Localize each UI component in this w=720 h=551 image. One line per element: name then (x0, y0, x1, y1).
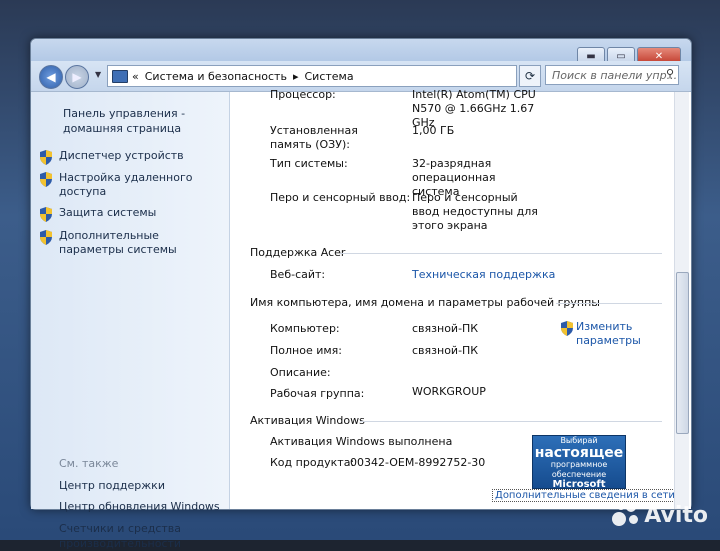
system-window: ▬ ▭ ✕ ◀ ▶ ▼ « Система и безопасность ▸ С… (30, 38, 692, 550)
workgroup-value: WORKGROUP (412, 385, 486, 398)
section-divider (556, 303, 662, 304)
tech-support-link[interactable]: Техническая поддержка (412, 268, 572, 282)
genuine-microsoft-badge[interactable]: Выбирай настоящее программное обеспечени… (532, 435, 626, 490)
more-info-link[interactable]: Дополнительные сведения в сети... (492, 489, 688, 502)
navigation-bar: ◀ ▶ ▼ « Система и безопасность ▸ Система… (31, 61, 691, 92)
sidebar-home-link[interactable]: Панель управления - домашняя страница (63, 106, 223, 136)
workgroup-label: Рабочая группа: (270, 387, 365, 400)
scrollbar-thumb[interactable] (676, 272, 689, 434)
description-label: Описание: (270, 366, 331, 379)
activation-section-title: Активация Windows (250, 414, 365, 427)
website-label: Веб-сайт: (270, 268, 326, 281)
computer-section-title: Имя компьютера, имя домена и параметры р… (250, 296, 600, 309)
change-settings-label: Изменить параметры (576, 320, 641, 347)
memory-value: 1,00 ГБ (412, 124, 455, 137)
history-dropdown-icon[interactable]: ▼ (95, 70, 101, 79)
avito-logo-icon (612, 502, 640, 528)
activation-status: Активация Windows выполнена (270, 435, 453, 448)
see-also-heading: См. также (59, 457, 119, 470)
memory-label: Установленная память (ОЗУ): (270, 124, 358, 151)
breadcrumb-item-system[interactable]: Система (304, 70, 353, 83)
full-name-value: связной-ПК (412, 344, 479, 357)
shield-icon (40, 230, 52, 245)
shield-icon (40, 150, 52, 165)
see-also-link-action-center[interactable]: Центр поддержки (59, 478, 229, 493)
system-type-label: Тип системы: (270, 157, 348, 170)
sidebar: Панель управления - домашняя страница Ди… (31, 92, 230, 550)
back-button[interactable]: ◀ (39, 65, 63, 89)
product-key-value: 00342-OEM-8992752-30 (350, 456, 486, 469)
support-section-title: Поддержка Acer (250, 246, 346, 259)
forward-button[interactable]: ▶ (65, 65, 89, 89)
full-name-label: Полное имя: (270, 344, 342, 357)
sidebar-item-advanced-settings[interactable]: Дополнительные параметры системы (39, 229, 225, 257)
sidebar-item-device-manager[interactable]: Диспетчер устройств (39, 149, 225, 165)
sidebar-item-label: Защита системы (59, 206, 157, 219)
section-divider (340, 253, 662, 254)
shield-icon (561, 321, 573, 336)
breadcrumb-separator: ▸ (292, 69, 299, 83)
computer-name-value: связной-ПК (412, 322, 479, 335)
section-divider (360, 421, 662, 422)
search-placeholder: Поиск в панели упр... (552, 68, 678, 82)
badge-line-2: настоящее (534, 445, 624, 461)
title-bar[interactable]: ▬ ▭ ✕ (31, 39, 691, 65)
search-icon[interactable]: ⚲ (666, 67, 674, 80)
refresh-button[interactable]: ⟳ (519, 65, 541, 87)
see-also-link-performance[interactable]: Счетчики и средства производительности (59, 521, 229, 551)
control-panel-icon (112, 69, 128, 83)
pen-touch-label: Перо и сенсорный ввод: (270, 191, 411, 204)
pen-touch-value: Перо и сенсорный ввод недоступны для это… (412, 191, 538, 232)
breadcrumb-item-security[interactable]: Система и безопасность (145, 70, 287, 83)
sidebar-item-system-protection[interactable]: Защита системы (39, 206, 225, 222)
product-key-label: Код продукта: (270, 456, 355, 469)
shield-icon (40, 172, 52, 187)
see-also-link-windows-update[interactable]: Центр обновления Windows (59, 499, 229, 514)
sidebar-item-remote-access[interactable]: Настройка удаленного доступа (39, 171, 225, 199)
vertical-scrollbar[interactable] (674, 92, 689, 509)
computer-name-label: Компьютер: (270, 322, 340, 335)
avito-watermark: Avito (612, 502, 708, 528)
address-bar[interactable]: « Система и безопасность ▸ Система (107, 65, 517, 87)
sidebar-item-label: Дополнительные параметры системы (59, 229, 177, 256)
change-settings-link[interactable]: Изменить параметры (560, 320, 646, 348)
search-input[interactable]: Поиск в панели упр... ⚲ (545, 65, 679, 85)
sidebar-item-label: Диспетчер устройств (59, 149, 184, 162)
shield-icon (40, 207, 52, 222)
badge-line-3: программное обеспечение (550, 460, 608, 479)
processor-label: Процессор: (270, 88, 336, 101)
breadcrumb-root[interactable]: « (132, 70, 139, 83)
avito-text: Avito (644, 502, 708, 528)
sidebar-item-label: Настройка удаленного доступа (59, 171, 193, 198)
refresh-icon: ⟳ (524, 69, 536, 83)
main-content: Процессор: Intel(R) Atom(TM) CPU N570 @ … (230, 88, 691, 509)
